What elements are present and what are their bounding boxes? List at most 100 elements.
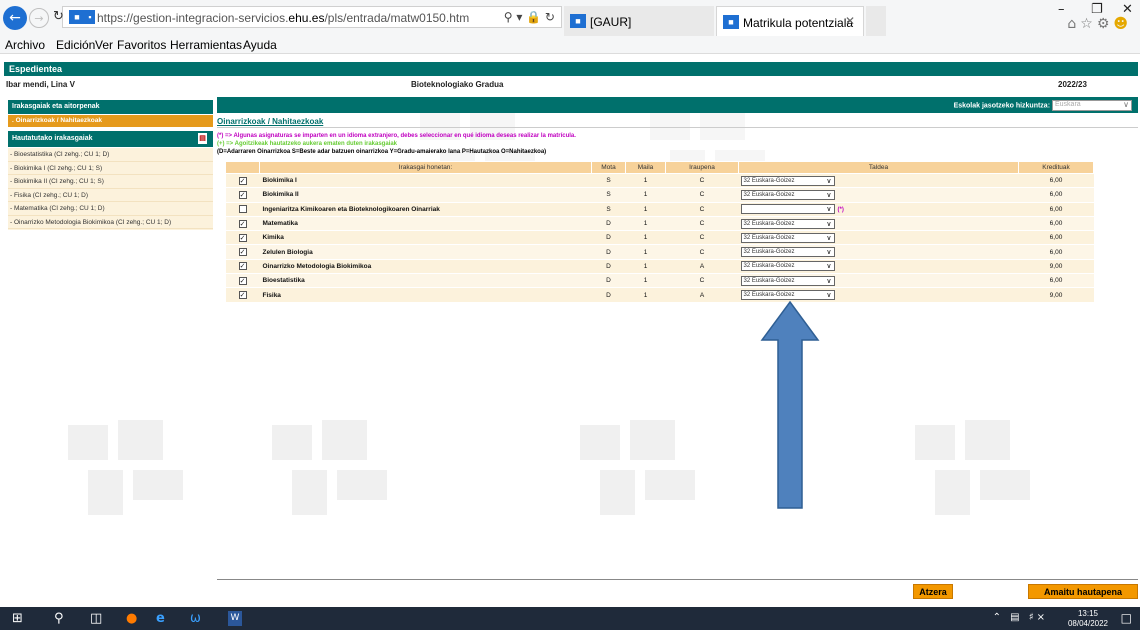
cell-kredituak: 9,00 [1018,259,1094,275]
group-value: 32 Euskara-Goizez [743,292,795,299]
close-tab-icon[interactable]: ✕ [845,14,855,28]
browser-icons[interactable]: ⌂☆⚙☻ [1067,16,1132,32]
table-row: ✓ Kimika D 1 C 32 Euskara-Goizez ∨ 6,00 [225,230,1094,246]
minimize-icon[interactable]: – [1058,2,1065,17]
cell-iraupena: C [665,187,739,203]
search-icon[interactable]: ⚲ ▾ 🔒 ↻ [504,10,555,24]
annotation-arrow-icon [760,300,820,509]
star-icon[interactable]: ☆ [1080,16,1097,32]
search-icon[interactable]: ⚲ [54,611,64,626]
close-window-icon[interactable]: ✕ [1122,2,1133,17]
section-title[interactable]: Oinarrizkoak / Nahitaezkoak [217,117,323,126]
address-bar[interactable]: ↻ ■ ▪ https://gestion-integracion-servic… [53,6,562,28]
finish-selection-button[interactable]: Amaitu hautapena [1028,584,1138,599]
back-page-button[interactable]: Atzera [913,584,953,599]
tab-favicon-icon: ■ [723,15,739,29]
browser-toolbar: ← → ↻ ■ ▪ https://gestion-integracion-se… [0,0,1140,36]
subject-checkbox[interactable] [238,205,247,214]
group-select[interactable]: 32 Euskara-Goizez ∨ [740,261,835,272]
group-value: 32 Euskara-Goizez [743,277,795,284]
sidebar-item-oinarrizkoak[interactable]: . Oinarrizkoak / Nahitaezkoak [8,115,213,127]
site-favicon-icon: ▪ [85,10,95,24]
chevron-down-icon: ∨ [826,248,832,257]
group-select[interactable]: 32 Euskara-Goizez ∨ [740,275,835,286]
task-view-icon[interactable]: ◫ [90,611,102,626]
group-select[interactable]: ∨ [740,204,835,215]
cell-checkbox: ✓ [225,230,260,246]
ehu-watermark-icon [915,420,1030,515]
new-tab-button[interactable] [866,6,886,36]
ehu-watermark-icon [68,420,183,515]
divider [217,127,1138,128]
cell-iraupena: C [665,244,739,260]
cell-iraupena: C [665,202,739,217]
cell-taldea: 32 Euskara-Goizez ∨ [738,216,1019,232]
cell-mota: D [591,259,626,275]
app-icon[interactable]: ω [190,611,201,626]
group-select[interactable]: 32 Euskara-Goizez ∨ [740,189,835,200]
list-item: - Fisika (CI zehg.; CU 1; D) [8,189,213,202]
language-select[interactable]: Euskara ∨ [1052,100,1132,111]
subject-checkbox[interactable]: ✓ [238,276,247,285]
table-row: ✓ Fisika D 1 A 32 Euskara-Goizez ∨ 9,00 [225,287,1094,303]
group-select[interactable]: 32 Euskara-Goizez ∨ [740,218,835,229]
chevron-down-icon: ∨ [826,219,832,228]
firefox-icon[interactable]: ● [126,611,137,626]
gear-icon[interactable]: ⚙ [1097,16,1114,32]
list-item: - Bioestatistika (CI zehg.; CU 1; D) [8,148,213,162]
table-row: Ingeniaritza Kimikoaren eta Bioteknologi… [225,202,1094,217]
pdf-icon[interactable]: ▤ [198,133,207,144]
subject-checkbox[interactable]: ✓ [238,291,247,300]
cell-checkbox: ✓ [225,216,260,232]
subject-checkbox[interactable]: ✓ [238,248,247,257]
menu-edicion[interactable]: Edición [56,38,95,52]
cell-mota: S [591,202,626,217]
forward-button[interactable]: → [29,8,49,28]
menu-favoritos[interactable]: Favoritos [117,38,166,52]
cell-iraupena: C [665,230,739,246]
subject-checkbox[interactable]: ✓ [238,219,247,228]
menu-archivo[interactable]: Archivo [5,38,45,52]
cell-checkbox: ✓ [225,244,260,260]
student-name: Ibar mendi, Lina V [6,80,75,89]
group-select[interactable]: 32 Euskara-Goizez ∨ [740,175,835,186]
home-icon[interactable]: ⌂ [1067,16,1080,32]
url-text: https://gestion-integracion-servicios.eh… [97,11,470,25]
chevron-down-icon: ∨ [826,205,832,214]
degree-name: Bioteknologiako Gradua [411,80,504,89]
subject-checkbox[interactable]: ✓ [238,176,247,185]
menu-ayuda[interactable]: Ayuda [243,38,277,52]
tab-matrikula[interactable]: ■ Matrikula potentziala ✕ [716,6,864,36]
cell-maila: 1 [625,244,666,260]
record-header: Espedientea [4,62,1138,76]
subject-checkbox[interactable]: ✓ [238,233,247,242]
cell-kredituak: 6,00 [1018,173,1094,189]
tab-gaur[interactable]: ■ [GAUR] [564,6,714,36]
tab-label: [GAUR] [590,15,632,29]
refresh-icon[interactable]: ↻ [53,9,64,24]
menu-herramientas[interactable]: Herramientas [170,38,242,52]
group-select[interactable]: 32 Euskara-Goizez ∨ [740,247,835,258]
group-select[interactable]: 32 Euskara-Goizez ∨ [740,232,835,243]
subject-checkbox[interactable]: ✓ [238,190,247,199]
cell-mota: D [591,216,626,232]
internet-explorer-icon[interactable]: e [156,611,165,626]
back-button[interactable]: ← [3,6,27,30]
subjects-table: Irakasgai honetan: Mota Maila Iraupena T… [225,161,1094,303]
clock[interactable]: 13:15 08/04/2022 [1068,609,1108,629]
restore-icon[interactable]: ❐ [1091,2,1103,17]
group-select[interactable]: 32 Euskara-Goizez ∨ [740,290,835,301]
menu-ver[interactable]: Ver [95,38,113,52]
subject-checkbox[interactable]: ✓ [238,262,247,271]
notification-icon[interactable]: □ [1121,611,1132,625]
word-icon[interactable]: W [228,611,242,626]
windows-start-icon[interactable]: ⊞ [12,611,23,626]
cell-taldea: 32 Euskara-Goizez ∨ [738,273,1019,289]
cell-mota: D [591,273,626,289]
taskbar: ⊞ ⚲ ◫ ● e ω W ⌃ ▤ ♯× 13:15 08/04/2022 □ [0,607,1140,630]
col-checkbox [225,161,260,174]
cell-name: Zelulen Biologia [259,244,592,260]
smiley-icon[interactable]: ☻ [1113,16,1132,32]
cell-iraupena: C [665,216,739,232]
system-tray-icons[interactable]: ⌃ ▤ ♯× [993,612,1048,623]
